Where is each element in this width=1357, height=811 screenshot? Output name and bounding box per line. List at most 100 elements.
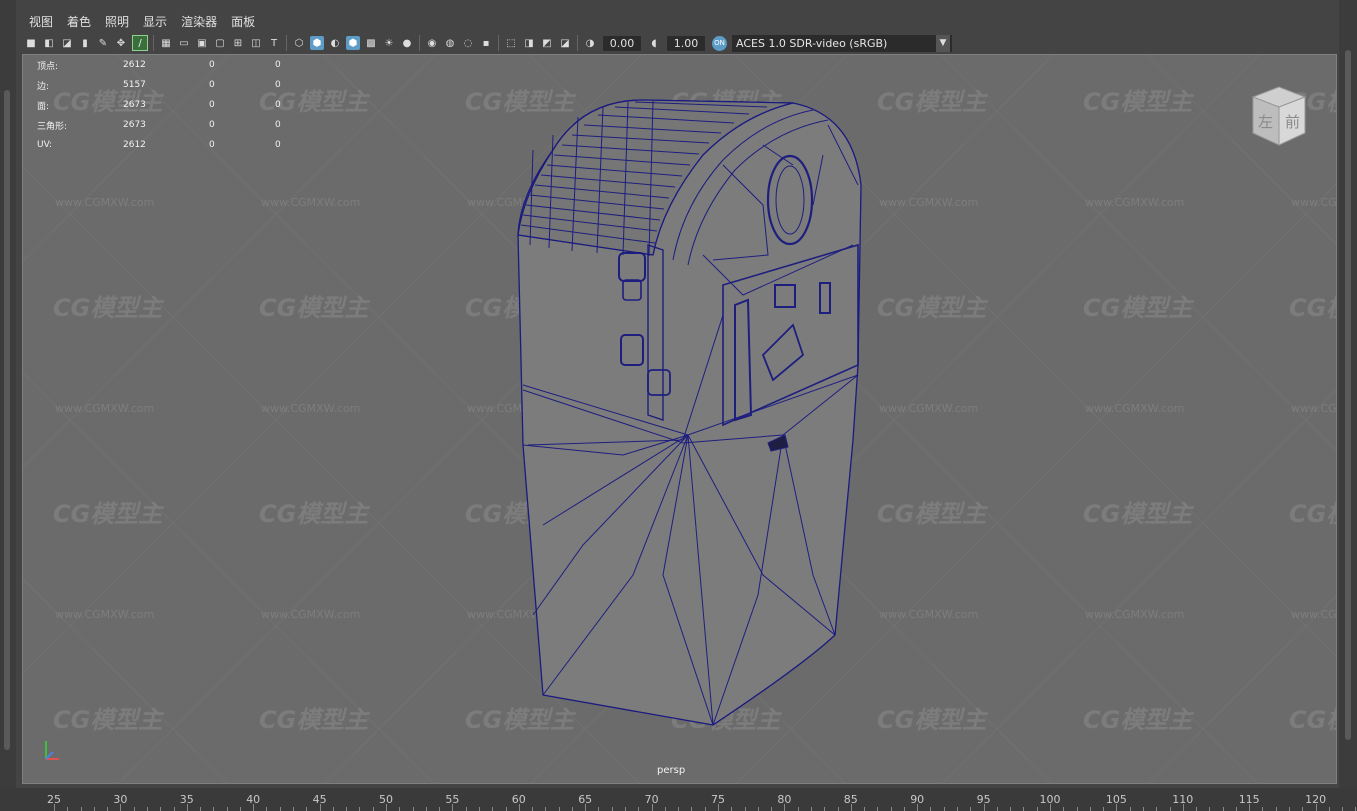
axis-gizmo-icon xyxy=(45,741,59,760)
timeline-tick-mark xyxy=(332,807,334,811)
timeline-tick-mark xyxy=(1289,807,1291,811)
menu-shading[interactable]: 着色 xyxy=(60,13,98,30)
menu-view[interactable]: 视图 xyxy=(22,13,60,30)
wireframe-on-shaded-icon[interactable]: ⬢ xyxy=(346,36,360,50)
viewcube-left-label: 左 xyxy=(1258,113,1273,131)
timeline-tick-mark xyxy=(213,807,215,811)
select-camera-icon[interactable]: ■ xyxy=(24,36,38,50)
timeline-tick-mark xyxy=(532,807,534,811)
timeline-tick-mark xyxy=(983,804,985,811)
wireframe-icon[interactable]: ⬡ xyxy=(292,36,306,50)
hud-label: 顶点: xyxy=(37,61,59,72)
timeline-tick-mark xyxy=(664,807,666,811)
motion-blur-icon[interactable]: ◍ xyxy=(443,36,457,50)
timeline-ruler[interactable]: 25 30 35 40 45 50 55 60 65 70 75 80 85 90 95 100 105 110 1… xyxy=(0,788,1357,811)
hud-value: 0 xyxy=(275,80,281,90)
field-chart-icon[interactable]: ⊞ xyxy=(231,36,245,50)
grid-icon[interactable]: ▦ xyxy=(159,36,173,50)
film-gate-icon[interactable]: ▭ xyxy=(177,36,191,50)
poly-count-hud: 顶点: 2612 0 0 边: 5157 0 0 面: 2673 0 0 三角形: 2673 0 0 U… xyxy=(37,55,315,155)
timeline-tick-mark xyxy=(1076,807,1078,811)
exposure-icon[interactable]: ◑ xyxy=(583,36,597,50)
menu-panels[interactable]: 面板 xyxy=(224,13,262,30)
timeline-tick-mark xyxy=(372,807,374,811)
resolution-gate-icon[interactable]: ▣ xyxy=(195,36,209,50)
2d-pan-zoom-icon[interactable]: ✥ xyxy=(114,36,128,50)
view-transform-dropdown[interactable]: ACES 1.0 SDR-video (sRGB) ▼ xyxy=(732,34,952,52)
chevron-down-icon[interactable]: ▼ xyxy=(936,34,950,52)
shadows-icon[interactable]: ● xyxy=(400,36,414,50)
depth-of-field-icon[interactable]: ▪ xyxy=(479,36,493,50)
timeline-tick-mark xyxy=(239,807,241,811)
timeline-tick-mark xyxy=(691,807,693,811)
image-plane-icon[interactable]: ▮ xyxy=(78,36,92,50)
timeline-tick-mark xyxy=(505,807,507,811)
timeline-tick-mark xyxy=(784,804,786,811)
view-cube[interactable]: 左 前 xyxy=(1245,83,1311,149)
timeline-tick-mark xyxy=(173,807,175,811)
timeline-tick-mark xyxy=(279,807,281,811)
menu-renderer[interactable]: 渲染器 xyxy=(174,13,224,30)
timeline-tick-mark xyxy=(757,807,759,811)
timeline-tick-mark xyxy=(837,807,839,811)
timeline-tick-mark xyxy=(412,807,414,811)
hud-value: 2612 xyxy=(123,140,146,150)
timeline-tick-mark xyxy=(571,807,573,811)
grease-pencil-icon[interactable]: ✎ xyxy=(96,36,110,50)
gamma-icon[interactable]: ◖ xyxy=(647,36,661,50)
xray-active-icon[interactable]: ◪ xyxy=(558,36,572,50)
viewcube-front-label: 前 xyxy=(1285,113,1300,131)
bookmark-icon[interactable]: ◪ xyxy=(60,36,74,50)
perspective-viewport[interactable]: CG模型主 www.CGMXW.com CG模型主 www.CGMXW.com CG模型… xyxy=(22,54,1337,784)
hud-row: 边: 5157 0 0 xyxy=(37,75,315,95)
toolbar-divider xyxy=(153,35,154,51)
hud-value: 0 xyxy=(275,140,281,150)
hud-value: 0 xyxy=(275,60,281,70)
timeline-tick-mark xyxy=(545,807,547,811)
use-all-lights-icon[interactable]: ☀ xyxy=(382,36,396,50)
timeline-tick-mark xyxy=(957,807,959,811)
timeline-tick-mark xyxy=(186,804,188,811)
right-scrollbar[interactable] xyxy=(1345,50,1351,740)
timeline-tick-mark xyxy=(890,807,892,811)
timeline-tick-mark xyxy=(160,807,162,811)
screen-space-ao-icon[interactable]: ◉ xyxy=(425,36,439,50)
timeline-tick-mark xyxy=(1328,807,1330,811)
xray-icon[interactable]: ◨ xyxy=(522,36,536,50)
panel-toolbar: ■ ◧ ◪ ▮ ✎ ✥ / ▦ ▭ ▣ ▢ ⊞ ◫ T ⬡ ⬢ ◐ ⬢ ▩ ☀ … xyxy=(22,32,1337,54)
timeline-tick-mark xyxy=(492,807,494,811)
timeline-tick-mark xyxy=(80,807,82,811)
safe-action-icon[interactable]: ◫ xyxy=(249,36,263,50)
safe-title-icon[interactable]: T xyxy=(267,36,281,50)
xray-joints-icon[interactable]: ◩ xyxy=(540,36,554,50)
timeline-tick-mark xyxy=(1302,807,1304,811)
hud-row: 面: 2673 0 0 xyxy=(37,95,315,115)
right-side-panel xyxy=(1339,0,1357,811)
menu-show[interactable]: 显示 xyxy=(136,13,174,30)
timeline-tick-mark xyxy=(67,807,69,811)
isolate-select-icon[interactable]: ⬚ xyxy=(504,36,518,50)
exposure-field[interactable]: 0.00 xyxy=(603,35,641,51)
toolbar-divider xyxy=(498,35,499,51)
left-scrollbar[interactable] xyxy=(4,90,10,750)
paint-pencil-icon[interactable]: / xyxy=(132,35,148,51)
menu-lighting[interactable]: 照明 xyxy=(98,13,136,30)
timeline-tick-mark xyxy=(478,807,480,811)
gate-mask-icon[interactable]: ▢ xyxy=(213,36,227,50)
timeline-tick-mark xyxy=(771,807,773,811)
toolbar-divider xyxy=(577,35,578,51)
timeline-tick-mark xyxy=(319,804,321,811)
timeline-tick-mark xyxy=(266,807,268,811)
timeline-tick-mark xyxy=(1222,807,1224,811)
gamma-field[interactable]: 1.00 xyxy=(667,35,705,51)
camera-attributes-icon[interactable]: ◧ xyxy=(42,36,56,50)
timeline-tick-mark xyxy=(917,804,919,811)
default-material-icon[interactable]: ◐ xyxy=(328,36,342,50)
multisample-aa-icon[interactable]: ◌ xyxy=(461,36,475,50)
timeline-tick-mark xyxy=(1063,807,1065,811)
smooth-shade-icon[interactable]: ⬢ xyxy=(310,36,324,50)
timeline-tick-mark xyxy=(1275,807,1277,811)
toolbar-divider xyxy=(286,35,287,51)
color-management-toggle-icon[interactable]: ON xyxy=(712,35,727,51)
textured-icon[interactable]: ▩ xyxy=(364,36,378,50)
